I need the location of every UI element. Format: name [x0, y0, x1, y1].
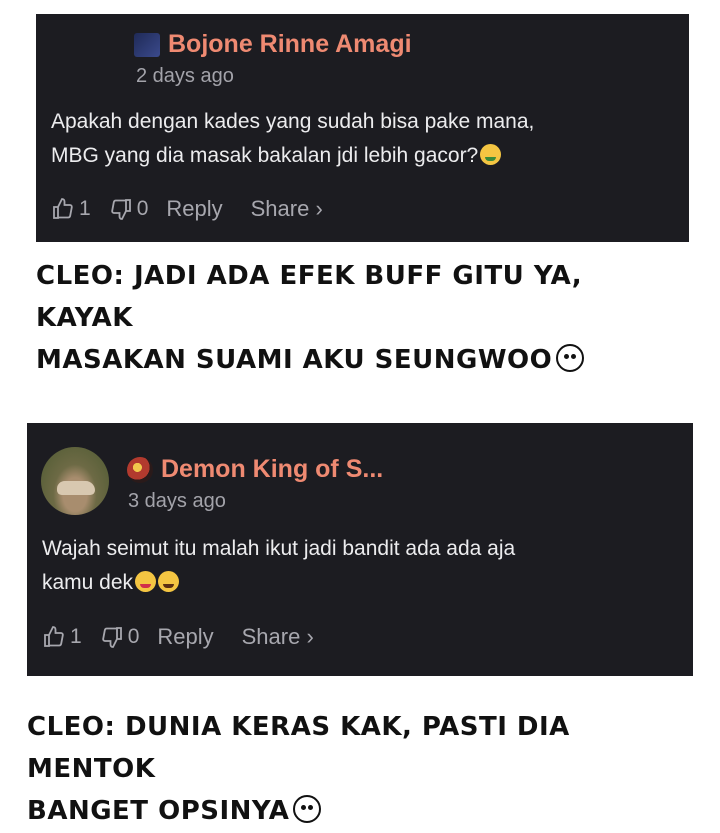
comment-card: Demon King of S... 3 days ago Wajah seim… [27, 423, 693, 676]
avatar-animal-image [57, 481, 95, 495]
comment-body-line: kamu dek [42, 571, 134, 594]
comment-header: Bojone Rinne Amagi [134, 30, 412, 59]
ghost-face-icon [293, 795, 322, 823]
comment-actions: 1 0 Reply Share › [51, 196, 351, 222]
comment-body: Wajah seimut itu malah ikut jadi bandit … [42, 532, 515, 600]
rolling-laughing-emoji-icon [158, 571, 180, 592]
comment-timestamp: 3 days ago [128, 490, 226, 512]
comment-card: Bojone Rinne Amagi 2 days ago Apakah den… [36, 14, 689, 242]
dislike-button[interactable]: 0 [109, 197, 149, 221]
comment-body-line: Apakah dengan kades yang sudah bisa pake… [51, 110, 535, 133]
caption-text: CLEO: JADI ADA EFEK BUFF GITU YA, KAYAK … [36, 255, 686, 381]
like-button[interactable]: 1 [51, 197, 91, 221]
like-count: 1 [79, 197, 91, 220]
comment-body: Apakah dengan kades yang sudah bisa pake… [51, 105, 534, 173]
comment-header: Demon King of S... [127, 455, 383, 484]
dislike-button[interactable]: 0 [100, 625, 140, 649]
caption-line: BANGET OPSINYA [27, 796, 290, 826]
thumbs-down-icon [101, 627, 122, 648]
comment-actions: 1 0 Reply Share › [42, 624, 342, 650]
dislike-count: 0 [136, 197, 149, 220]
share-button[interactable]: Share › [242, 624, 314, 650]
thumbs-up-icon [44, 626, 64, 647]
comment-body-line: MBG yang dia masak bakalan jdi lebih gac… [51, 144, 479, 167]
username-link[interactable]: Demon King of S... [161, 455, 383, 484]
user-badge-icon [127, 456, 153, 483]
reply-button[interactable]: Reply [157, 624, 213, 650]
comment-timestamp: 2 days ago [136, 65, 234, 87]
comment-body-line: Wajah seimut itu malah ikut jadi bandit … [42, 537, 516, 560]
username-link[interactable]: Bojone Rinne Amagi [168, 30, 412, 59]
reply-button[interactable]: Reply [166, 196, 222, 222]
caption-text: CLEO: DUNIA KERAS KAK, PASTI DIA MENTOK … [27, 706, 687, 832]
avatar[interactable] [41, 447, 109, 515]
smiling-face-icon [556, 344, 585, 372]
dislike-count: 0 [127, 625, 140, 648]
smiling-hearts-emoji-icon [135, 571, 157, 592]
thumbs-up-icon [53, 198, 73, 219]
caption-line: CLEO: JADI ADA EFEK BUFF GITU YA, KAYAK [36, 261, 583, 333]
thumbs-down-icon [110, 199, 131, 220]
like-count: 1 [70, 625, 82, 648]
caption-line: CLEO: DUNIA KERAS KAK, PASTI DIA MENTOK [27, 712, 570, 784]
like-button[interactable]: 1 [42, 625, 82, 649]
money-mouth-emoji-icon [480, 144, 502, 165]
share-button[interactable]: Share › [251, 196, 323, 222]
user-badge-icon [134, 32, 160, 57]
caption-line: MASAKAN SUAMI AKU SEUNGWOO [36, 345, 553, 375]
